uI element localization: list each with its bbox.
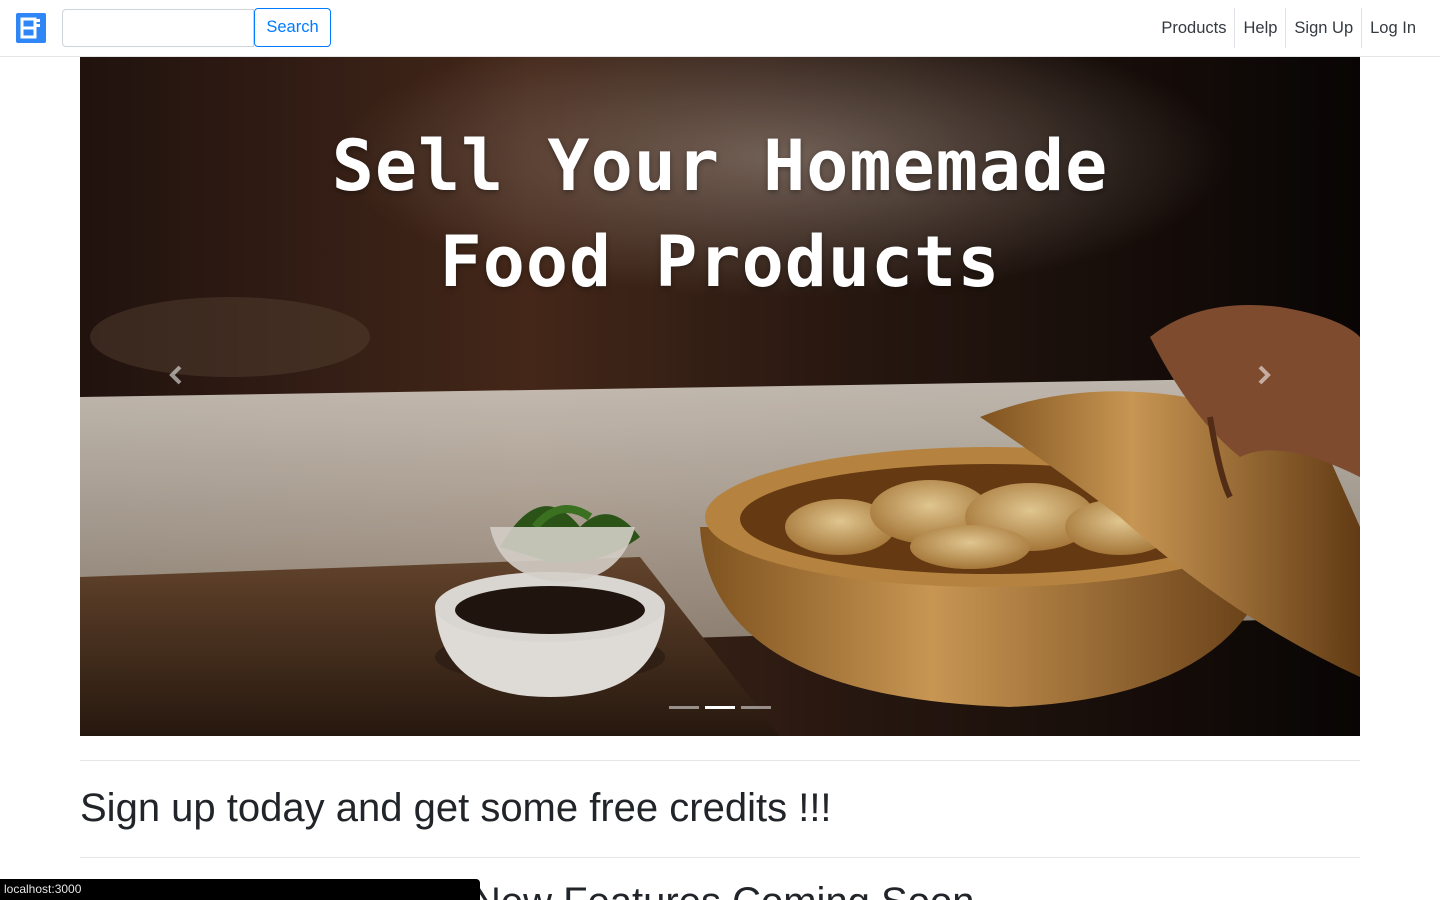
chevron-left-icon <box>168 365 184 390</box>
search-input[interactable] <box>62 9 254 47</box>
hero-headline-line1: Sell Your Homemade <box>331 125 1109 207</box>
chevron-right-icon <box>1256 365 1272 390</box>
divider <box>80 760 1360 761</box>
hero-carousel: Sell Your Homemade Food Products <box>80 57 1360 736</box>
nav-links: Products Help Sign Up Log In <box>1153 8 1424 48</box>
nav-signup-link[interactable]: Sign Up <box>1285 8 1361 48</box>
carousel-indicator-3[interactable] <box>741 706 771 709</box>
carousel-indicators <box>669 706 771 709</box>
carousel-prev-button[interactable] <box>156 357 196 397</box>
nav-help-link[interactable]: Help <box>1234 8 1285 48</box>
app-logo-icon[interactable] <box>16 13 46 43</box>
top-navbar: Search Products Help Sign Up Log In <box>0 0 1440 57</box>
carousel-indicator-1[interactable] <box>669 706 699 709</box>
nav-login-link[interactable]: Log In <box>1361 8 1424 48</box>
features-heading: New Features Coming Soon <box>472 880 974 900</box>
search-button[interactable]: Search <box>254 8 331 47</box>
carousel-indicator-2[interactable] <box>705 706 735 709</box>
promo-heading: Sign up today and get some free credits … <box>80 786 832 830</box>
divider <box>80 857 1360 858</box>
nav-products-link[interactable]: Products <box>1153 8 1234 48</box>
status-url: localhost:3000 <box>4 882 82 896</box>
carousel-next-button[interactable] <box>1244 357 1284 397</box>
hero-headline-line2: Food Products <box>439 221 1001 303</box>
browser-status-bar: localhost:3000 <box>0 879 480 900</box>
